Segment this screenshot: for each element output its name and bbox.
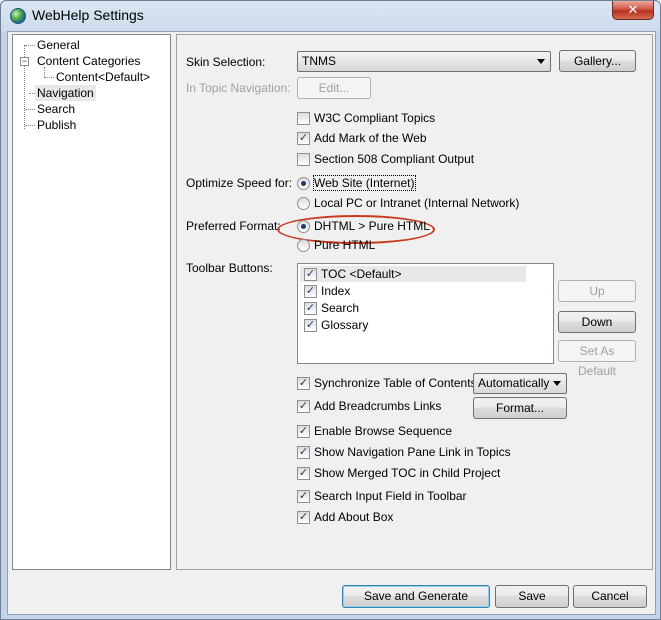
web-site-radio[interactable] [297, 177, 310, 190]
gallery-button[interactable]: Gallery... [559, 50, 636, 72]
check-icon: ✓ [298, 511, 309, 523]
merged-toc-checkbox[interactable]: ✓ [297, 467, 310, 480]
tree-item-content-categories[interactable]: Content Categories [37, 53, 140, 69]
chevron-down-icon [553, 381, 561, 386]
sync-toc-label: Synchronize Table of Contents [314, 376, 477, 390]
dhtml-radio[interactable] [297, 220, 310, 233]
check-icon: ✓ [305, 268, 316, 280]
breadcrumbs-label: Add Breadcrumbs Links [314, 399, 442, 413]
tree-connector [25, 109, 35, 110]
search-input-field-checkbox[interactable]: ✓ [297, 490, 310, 503]
web-site-radio-label: Web Site (Internet) [313, 175, 416, 191]
close-icon: ✕ [627, 2, 639, 17]
pure-html-radio[interactable] [297, 239, 310, 252]
tree-item-general[interactable]: General [37, 37, 80, 53]
chevron-down-icon [537, 59, 545, 64]
tree-item-content-default[interactable]: Content<Default> [56, 69, 150, 85]
skin-selection-dropdown[interactable]: TNMS [297, 51, 551, 72]
mark-of-web-label: Add Mark of the Web [314, 131, 427, 145]
list-item[interactable]: Glossary [321, 318, 368, 332]
collapse-expander-icon[interactable]: − [20, 57, 29, 66]
save-and-generate-button[interactable]: Save and Generate [342, 585, 490, 608]
tree-connector [44, 77, 54, 78]
tree-item-publish[interactable]: Publish [37, 117, 76, 133]
sync-toc-checkbox[interactable]: ✓ [297, 377, 310, 390]
tree-connector [25, 125, 35, 126]
list-item[interactable]: Search [321, 301, 359, 315]
in-topic-navigation-label: In Topic Navigation: [186, 81, 291, 95]
save-button[interactable]: Save [495, 585, 569, 608]
settings-tree: General − Content Categories Content<Def… [12, 34, 171, 570]
w3c-compliant-checkbox[interactable] [297, 112, 310, 125]
local-pc-radio[interactable] [297, 197, 310, 210]
app-globe-icon [10, 8, 26, 24]
edit-navigation-button[interactable]: Edit... [297, 77, 371, 99]
index-checkbox[interactable]: ✓ [304, 285, 317, 298]
toc-default-checkbox[interactable]: ✓ [304, 268, 317, 281]
close-window-button[interactable]: ✕ [612, 1, 654, 20]
set-as-default-button[interactable]: Set As Default [558, 340, 636, 378]
section-508-checkbox[interactable] [297, 153, 310, 166]
preferred-format-label: Preferred Format: [186, 219, 281, 233]
sync-mode-value: Automatically [478, 376, 550, 390]
move-down-button[interactable]: Down [558, 311, 636, 333]
move-up-button[interactable]: Up [558, 280, 636, 302]
about-box-checkbox[interactable]: ✓ [297, 511, 310, 524]
check-icon: ✓ [305, 302, 316, 314]
check-icon: ✓ [298, 377, 309, 389]
list-item[interactable]: Index [321, 284, 350, 298]
check-icon: ✓ [298, 490, 309, 502]
check-icon: ✓ [298, 400, 309, 412]
merged-toc-label: Show Merged TOC in Child Project [314, 466, 501, 480]
check-icon: ✓ [305, 285, 316, 297]
nav-pane-link-label: Show Navigation Pane Link in Topics [314, 445, 511, 459]
browse-sequence-checkbox[interactable]: ✓ [297, 425, 310, 438]
section-508-label: Section 508 Compliant Output [314, 152, 475, 166]
webhelp-settings-window: WebHelp Settings ✕ General − Content Cat… [0, 0, 661, 620]
toolbar-buttons-label: Toolbar Buttons: [186, 261, 273, 275]
mark-of-web-checkbox[interactable]: ✓ [297, 132, 310, 145]
check-icon: ✓ [305, 319, 316, 331]
dhtml-radio-label: DHTML > Pure HTML [314, 219, 430, 233]
nav-pane-link-checkbox[interactable]: ✓ [297, 446, 310, 459]
tree-connector [25, 45, 35, 46]
tree-item-search[interactable]: Search [37, 101, 75, 117]
optimize-speed-label: Optimize Speed for: [186, 176, 293, 190]
sync-mode-dropdown[interactable]: Automatically [473, 373, 567, 394]
breadcrumbs-checkbox[interactable]: ✓ [297, 400, 310, 413]
search-checkbox[interactable]: ✓ [304, 302, 317, 315]
check-icon: ✓ [298, 132, 309, 144]
about-box-label: Add About Box [314, 510, 394, 524]
tree-item-navigation[interactable]: Navigation [35, 85, 96, 101]
skin-selection-label: Skin Selection: [186, 55, 266, 69]
format-button[interactable]: Format... [473, 397, 567, 419]
dialog-client-area: General − Content Categories Content<Def… [7, 31, 656, 615]
list-item[interactable]: TOC <Default> [321, 267, 401, 281]
search-input-field-label: Search Input Field in Toolbar [314, 489, 467, 503]
w3c-compliant-label: W3C Compliant Topics [314, 111, 436, 125]
cancel-button[interactable]: Cancel [573, 585, 647, 608]
toolbar-buttons-list[interactable]: ✓ TOC <Default> ✓ Index ✓ Search ✓ Gloss… [297, 263, 554, 364]
skin-selection-value: TNMS [302, 54, 336, 68]
window-title: WebHelp Settings [32, 7, 144, 23]
check-icon: ✓ [298, 467, 309, 479]
check-icon: ✓ [298, 425, 309, 437]
navigation-settings-panel: Skin Selection: TNMS Gallery... In Topic… [176, 34, 653, 570]
local-pc-radio-label: Local PC or Intranet (Internal Network) [314, 196, 520, 210]
pure-html-radio-label: Pure HTML [314, 238, 376, 252]
check-icon: ✓ [298, 446, 309, 458]
glossary-checkbox[interactable]: ✓ [304, 319, 317, 332]
browse-sequence-label: Enable Browse Sequence [314, 424, 453, 438]
title-bar: WebHelp Settings ✕ [1, 1, 660, 31]
